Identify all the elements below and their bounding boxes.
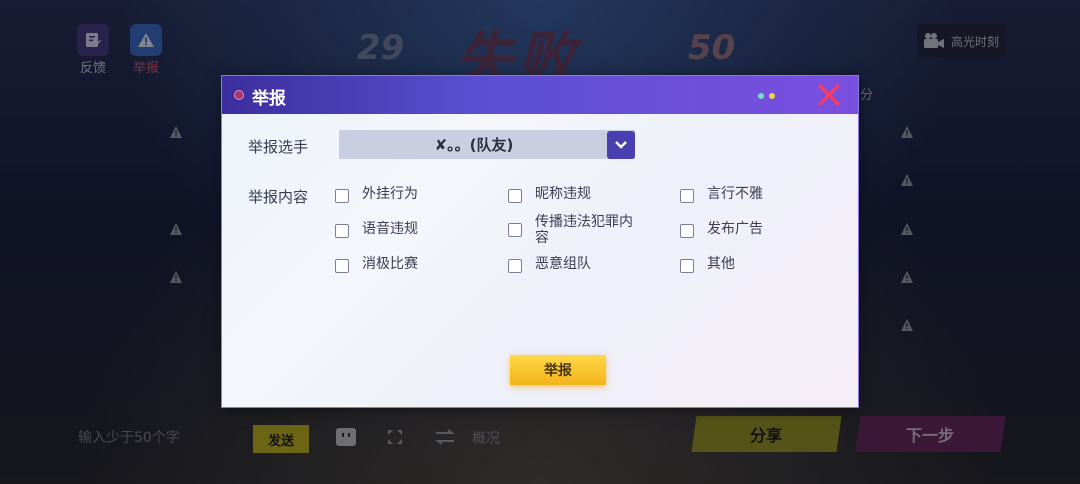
submit-report-button[interactable]: 举报 bbox=[510, 355, 606, 385]
option-label: 昵称违规 bbox=[535, 186, 591, 202]
checkbox[interactable] bbox=[335, 259, 349, 273]
checkbox[interactable] bbox=[335, 224, 349, 238]
checkbox[interactable] bbox=[680, 224, 694, 238]
option-cheat[interactable]: 外挂行为 bbox=[335, 186, 472, 203]
option-voice[interactable]: 语音违规 bbox=[335, 221, 472, 238]
player-select-dropdown-button[interactable] bbox=[607, 131, 635, 159]
player-label: 举报选手 bbox=[248, 138, 309, 156]
checkbox[interactable] bbox=[680, 189, 694, 203]
content-label: 举报内容 bbox=[248, 188, 309, 206]
report-dialog: 举报 举报选手 ✘。。(队友) 举报内容 外挂行为 昵称违规 言行不雅 语音违规… bbox=[222, 76, 858, 407]
dialog-title: 举报 bbox=[252, 89, 286, 109]
player-select[interactable]: ✘。。(队友) bbox=[339, 130, 635, 159]
option-nickname[interactable]: 昵称违规 bbox=[508, 186, 645, 203]
checkbox[interactable] bbox=[335, 189, 349, 203]
option-label: 消极比赛 bbox=[362, 256, 418, 272]
player-select-value: ✘。。(队友) bbox=[434, 136, 514, 154]
option-indecent[interactable]: 言行不雅 bbox=[680, 186, 817, 203]
option-label: 传播违法犯罪内容 bbox=[535, 214, 633, 246]
option-label: 发布广告 bbox=[707, 221, 763, 237]
option-malicious-team[interactable]: 恶意组队 bbox=[508, 256, 645, 273]
option-other[interactable]: 其他 bbox=[680, 256, 817, 273]
checkbox[interactable] bbox=[680, 259, 694, 273]
option-illegal[interactable]: 传播违法犯罪内容 bbox=[508, 214, 635, 246]
option-passive[interactable]: 消极比赛 bbox=[335, 256, 472, 273]
option-ads[interactable]: 发布广告 bbox=[680, 221, 817, 238]
dialog-header: 举报 bbox=[222, 76, 858, 114]
option-label: 外挂行为 bbox=[362, 186, 418, 202]
close-icon[interactable] bbox=[816, 82, 842, 108]
option-label: 其他 bbox=[707, 256, 735, 272]
chevron-down-icon bbox=[615, 141, 627, 149]
checkbox[interactable] bbox=[508, 223, 522, 237]
option-label: 语音违规 bbox=[362, 221, 418, 237]
option-label: 言行不雅 bbox=[707, 186, 763, 202]
option-label: 恶意组队 bbox=[535, 256, 591, 272]
checkbox[interactable] bbox=[508, 189, 522, 203]
decoration-dots bbox=[758, 93, 775, 99]
checkbox[interactable] bbox=[508, 259, 522, 273]
title-marker-icon bbox=[234, 90, 244, 100]
